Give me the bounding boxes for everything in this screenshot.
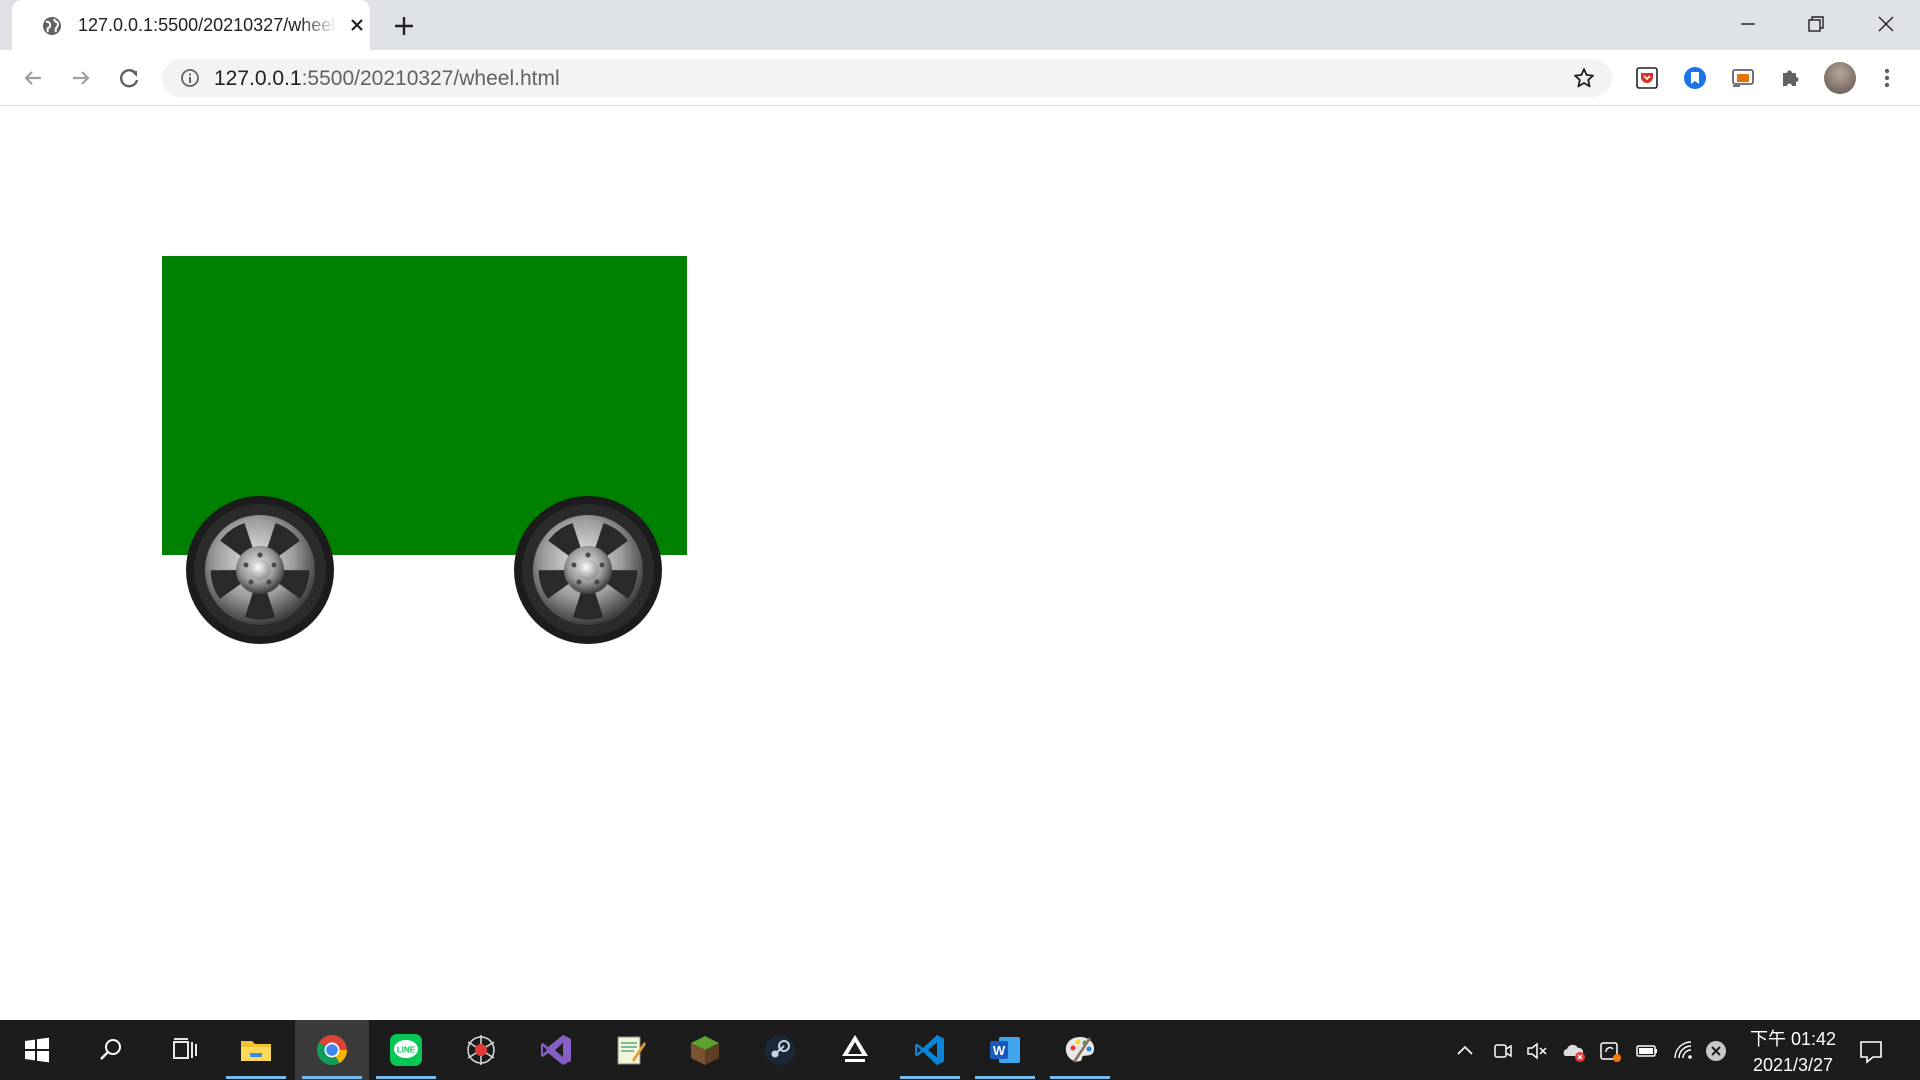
minimize-icon[interactable] xyxy=(1734,10,1762,38)
taskbar-inkscape[interactable] xyxy=(818,1020,892,1080)
steam-icon xyxy=(765,1035,795,1065)
globe-icon xyxy=(43,17,61,35)
inkscape-icon xyxy=(842,1035,868,1062)
running-indicator xyxy=(302,1076,362,1079)
network-error-icon[interactable] xyxy=(1703,1038,1729,1064)
task-view-button[interactable] xyxy=(148,1020,222,1080)
taskbar-vscode[interactable] xyxy=(893,1020,967,1080)
profile-avatar[interactable] xyxy=(1822,60,1858,96)
svg-text:W: W xyxy=(993,1043,1006,1058)
taskbar-spider-app[interactable] xyxy=(444,1020,518,1080)
search-icon xyxy=(100,1039,121,1060)
battery-icon[interactable] xyxy=(1634,1038,1660,1064)
paint-palette-icon xyxy=(1065,1037,1095,1063)
taskbar: LINE W 下午 01:42 2021/3/27 xyxy=(0,1020,1920,1080)
url-path: :5500/20210327/wheel.html xyxy=(301,67,560,90)
clock-date: 2021/3/27 xyxy=(1752,1055,1834,1075)
browser-toolbar: 127.0.0.1:5500/20210327/wheel.html xyxy=(0,50,1920,106)
system-clock[interactable]: 下午 01:42 2021/3/27 xyxy=(1733,1026,1853,1078)
word-icon: W xyxy=(990,1037,1020,1063)
line-icon: LINE xyxy=(390,1034,422,1066)
taskbar-word[interactable]: W xyxy=(968,1020,1042,1080)
restore-icon[interactable] xyxy=(1802,10,1830,38)
close-window-icon[interactable] xyxy=(1872,10,1900,38)
volume-muted-icon[interactable] xyxy=(1524,1038,1550,1064)
running-indicator xyxy=(975,1076,1035,1079)
vscode-icon xyxy=(915,1035,944,1065)
forward-arrow-icon[interactable] xyxy=(66,63,96,93)
taskbar-line[interactable]: LINE xyxy=(369,1020,443,1080)
meet-now-icon[interactable] xyxy=(1490,1038,1516,1064)
onedrive-error-icon[interactable] xyxy=(1560,1038,1586,1064)
browser-tab[interactable]: 127.0.0.1:5500/20210327/wheel.html xyxy=(12,0,370,50)
running-indicator xyxy=(226,1076,286,1079)
rear-wheel xyxy=(514,496,662,644)
page-viewport xyxy=(0,107,1920,1020)
task-view-icon xyxy=(173,1038,197,1059)
bookmark-star-icon[interactable] xyxy=(1572,66,1596,90)
bookmark-extension-icon[interactable] xyxy=(1680,63,1710,93)
svg-text:LINE: LINE xyxy=(397,1046,416,1055)
search-button[interactable] xyxy=(74,1020,148,1080)
close-tab-icon[interactable] xyxy=(346,14,368,36)
taskbar-paint[interactable] xyxy=(1043,1020,1117,1080)
menu-dots-icon[interactable] xyxy=(1872,63,1902,93)
taskbar-file-explorer[interactable] xyxy=(219,1020,293,1080)
notepad-icon xyxy=(617,1036,646,1065)
show-hidden-icons-icon[interactable] xyxy=(1452,1038,1478,1064)
reload-icon[interactable] xyxy=(114,63,144,93)
folder-icon xyxy=(241,1041,271,1061)
taskbar-chrome[interactable] xyxy=(295,1020,369,1080)
notification-center-icon[interactable] xyxy=(1856,1036,1886,1066)
visual-studio-icon xyxy=(541,1035,571,1065)
new-tab-icon[interactable] xyxy=(390,12,418,40)
taskbar-minecraft[interactable] xyxy=(668,1020,742,1080)
cast-extension-icon[interactable] xyxy=(1728,63,1758,93)
chrome-icon xyxy=(317,1035,347,1066)
start-button[interactable] xyxy=(0,1020,74,1080)
taskbar-visual-studio[interactable] xyxy=(519,1020,593,1080)
address-bar[interactable]: 127.0.0.1:5500/20210327/wheel.html xyxy=(162,59,1612,97)
url-host: 127.0.0.1 xyxy=(214,67,302,90)
pocket-extension-icon[interactable] xyxy=(1632,63,1662,93)
spider-web-icon xyxy=(467,1035,495,1065)
info-icon[interactable] xyxy=(180,68,200,88)
tab-title: 127.0.0.1:5500/20210327/wheel.html xyxy=(78,15,338,35)
tab-strip: 127.0.0.1:5500/20210327/wheel.html xyxy=(0,0,1920,50)
minecraft-block-icon xyxy=(691,1036,719,1065)
sync-app-icon[interactable] xyxy=(1597,1038,1623,1064)
clock-time: 下午 01:42 xyxy=(1749,1029,1837,1049)
running-indicator xyxy=(900,1076,960,1079)
url-text[interactable]: 127.0.0.1:5500/20210327/wheel.html xyxy=(214,67,560,91)
taskbar-notepad-app[interactable] xyxy=(593,1020,667,1080)
windows-icon xyxy=(25,1037,49,1063)
back-arrow-icon[interactable] xyxy=(18,63,48,93)
running-indicator xyxy=(376,1076,436,1079)
running-indicator xyxy=(1050,1076,1110,1079)
taskbar-steam[interactable] xyxy=(743,1020,817,1080)
puzzle-extensions-icon[interactable] xyxy=(1776,63,1806,93)
wifi-icon[interactable] xyxy=(1671,1038,1697,1064)
front-wheel xyxy=(186,496,334,644)
